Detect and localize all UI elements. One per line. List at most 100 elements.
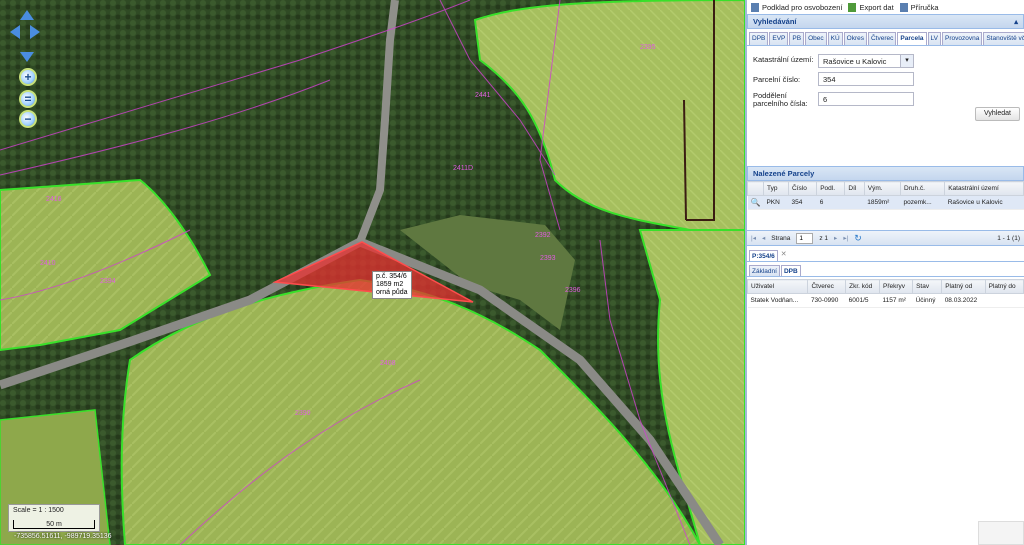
subdivision-input[interactable]: 6 xyxy=(818,92,914,106)
column-header[interactable]: Katastrální území xyxy=(944,181,1024,196)
parcel-number-label: 2411D xyxy=(453,165,474,172)
detail-tabs: P:354/6 ✕ xyxy=(747,247,1024,262)
table-cell: Statek Vodňan... xyxy=(747,293,808,308)
parcel-info-label: p.č. 354/6 1859 m2 orná půda xyxy=(372,271,412,300)
tab-evp[interactable]: EVP xyxy=(769,32,789,45)
column-header[interactable]: Zkr. kód xyxy=(845,279,881,294)
tab-dpb[interactable]: DPB xyxy=(749,32,769,45)
pan-left-arrow-icon[interactable] xyxy=(10,25,20,39)
table-cell: PKN xyxy=(763,195,789,210)
row-icon-column xyxy=(747,181,764,196)
found-parcels-table: Typ Číslo Podl. Díl Vým. Druh.č. Katastrální ú… xyxy=(747,181,1024,210)
zoom-extent-icon[interactable]: = xyxy=(19,90,37,108)
page-count: z 1 xyxy=(819,234,829,242)
scale-box: Scale = 1 : 1500 50 m xyxy=(8,504,100,532)
last-page-icon[interactable]: ▸| xyxy=(843,234,848,242)
scale-text: Scale = 1 : 1500 xyxy=(13,507,64,514)
map-view[interactable]: 2395 2441 2411D 2416 2410 2394 2392 2393 2396 240… xyxy=(0,0,745,545)
dpb-table: Uživatel Čtverec Zkr. kód Překryv Stav Platný… xyxy=(746,279,1024,308)
detail-subtabs: Základní DPB xyxy=(747,262,1024,277)
cursor-coordinates: -735856.51611, -989719.35136 xyxy=(14,533,112,540)
table-cell xyxy=(985,293,1024,308)
search-button[interactable]: Vyhledat xyxy=(975,107,1020,121)
column-header[interactable]: Platný od xyxy=(941,279,986,294)
table-cell: 08.03.2022 xyxy=(941,293,986,308)
first-page-icon[interactable]: |◂ xyxy=(751,234,756,242)
manual-label: Příručka xyxy=(910,2,939,12)
column-header[interactable]: Čtverec xyxy=(807,279,847,294)
table-row[interactable]: 🔍 PKN 354 6 1859m² pozemk... Rašovice u Kalovi… xyxy=(747,195,1024,210)
tab-lv[interactable]: LV xyxy=(927,32,941,45)
cadastral-select[interactable]: Rašovice u Kalovic ▾ xyxy=(818,54,914,68)
tab-parcela[interactable]: Parcela xyxy=(897,32,927,45)
double-chevron-up-icon[interactable]: ▴ xyxy=(1014,17,1018,26)
found-parcels-title: Nalezené Parcely xyxy=(753,169,815,178)
table-cell: 6001/5 xyxy=(845,293,880,308)
column-header[interactable]: Druh.č. xyxy=(899,181,946,196)
export-button[interactable]: Export dat xyxy=(848,2,894,12)
tab-stanoviště-včel[interactable]: Stanoviště včel xyxy=(983,32,1024,45)
parcel-number-label: 2395 xyxy=(640,44,656,51)
tab-detail-parcel[interactable]: P:354/6 xyxy=(749,250,778,261)
table-cell: pozemk... xyxy=(900,195,945,210)
close-icon[interactable]: ✕ xyxy=(779,250,787,261)
subdivision-label: Poddělení parcelního čísla: xyxy=(753,91,808,109)
tab-čtverec[interactable]: Čtverec xyxy=(867,32,897,45)
tab-pb[interactable]: PB xyxy=(789,32,805,45)
chevron-down-icon[interactable]: ▾ xyxy=(900,55,913,67)
table-row[interactable]: Statek Vodňan... 730-0990 6001/5 1157 m² Úči… xyxy=(747,293,1024,308)
column-header[interactable]: Překryv xyxy=(879,279,914,294)
zoom-in-icon[interactable]: + xyxy=(19,68,37,86)
tab-kú[interactable]: KÚ xyxy=(827,32,843,45)
column-header[interactable]: Stav xyxy=(912,279,943,294)
column-header[interactable]: Vým. xyxy=(863,181,902,196)
book-icon xyxy=(899,2,908,12)
magnifier-icon[interactable]: 🔍 xyxy=(747,195,764,210)
zoom-out-icon[interactable]: − xyxy=(19,110,37,128)
column-header[interactable]: Díl xyxy=(844,181,865,196)
search-panel-title: Vyhledávání xyxy=(753,17,797,26)
parcel-search-form: Katastrální území: Rašovice u Kalovic ▾ … xyxy=(747,46,1024,158)
detail-section: P:354/6 ✕ Základní DPB Uživatel Čtverec Zkr… xyxy=(746,247,1024,308)
prev-page-icon[interactable]: ◂ xyxy=(762,234,765,242)
tab-provozovna[interactable]: Provozovna xyxy=(942,32,983,45)
basemap-button[interactable]: Podklad pro osvobození xyxy=(751,2,843,12)
parcel-number-label: 2441 xyxy=(475,92,491,99)
top-toolbar: Podklad pro osvobození Export dat Příruč… xyxy=(747,0,1024,14)
pan-down-arrow-icon[interactable] xyxy=(20,52,34,62)
table-cell: 6 xyxy=(816,195,845,210)
scale-bar: 50 m xyxy=(13,520,95,529)
parcel-number-label: 2392 xyxy=(535,232,551,239)
column-header[interactable]: Podl. xyxy=(816,181,846,196)
recaptcha-badge[interactable] xyxy=(978,521,1024,545)
column-header[interactable]: Číslo xyxy=(788,181,818,196)
page-input[interactable] xyxy=(796,232,814,244)
document-icon xyxy=(751,2,759,12)
search-panel-header[interactable]: Vyhledávání ▴ xyxy=(747,14,1024,29)
cadastral-select-value: Rašovice u Kalovic xyxy=(823,57,887,66)
export-label: Export dat xyxy=(859,2,894,12)
parcel-number-label: 2394 xyxy=(100,278,116,285)
column-header[interactable]: Typ xyxy=(762,181,790,196)
column-header[interactable]: Uživatel xyxy=(746,279,809,294)
parcel-number-label: Parcelní číslo: xyxy=(753,75,801,84)
tab-obec[interactable]: Obec xyxy=(805,32,827,45)
basemap-label: Podklad pro osvobození xyxy=(762,2,843,12)
tab-okres[interactable]: Okres xyxy=(843,32,867,45)
page-range: 1 - 1 (1) xyxy=(997,234,1020,242)
pan-up-arrow-icon[interactable] xyxy=(20,10,34,20)
subtab-základní[interactable]: Základní xyxy=(749,265,780,276)
refresh-icon[interactable]: ↻ xyxy=(854,233,862,244)
parcel-info-number: p.č. 354/6 xyxy=(376,273,407,280)
next-page-icon[interactable]: ▸ xyxy=(834,234,837,242)
column-header[interactable]: Platný do xyxy=(984,279,1024,294)
pan-right-arrow-icon[interactable] xyxy=(30,25,40,39)
table-cell: 1157 m² xyxy=(879,293,913,308)
subtab-dpb[interactable]: DPB xyxy=(780,265,801,276)
parcel-number-input[interactable]: 354 xyxy=(818,72,914,86)
export-icon xyxy=(848,2,857,12)
parcel-number-label: 2416 xyxy=(46,196,62,203)
cadastral-label: Katastrální území: xyxy=(753,55,814,64)
parcel-number-label: 2393 xyxy=(540,255,556,262)
manual-button[interactable]: Příručka xyxy=(899,2,939,12)
